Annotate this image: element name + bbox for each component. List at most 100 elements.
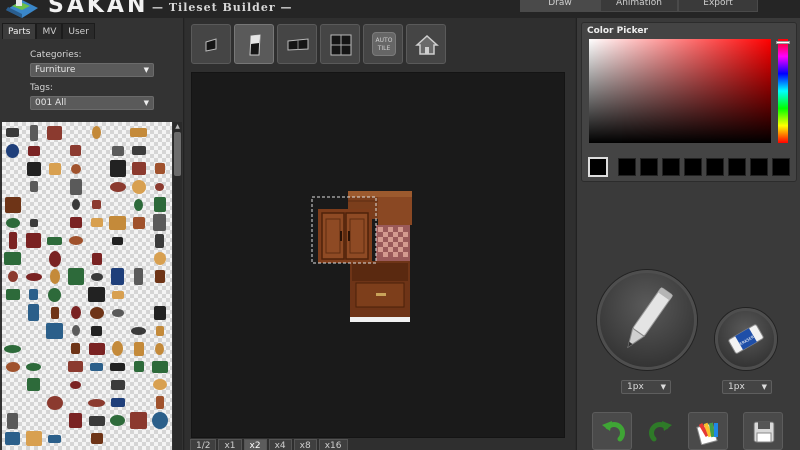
part-tile[interactable] [6, 289, 20, 300]
eraser-tool-button[interactable]: ERASER [715, 308, 777, 370]
part-tile[interactable] [28, 304, 39, 321]
single-tile-button[interactable] [191, 24, 231, 64]
part-tile[interactable] [112, 146, 124, 156]
color-swatch[interactable] [662, 158, 680, 176]
part-tile[interactable] [133, 217, 145, 229]
part-tile[interactable] [91, 433, 103, 444]
save-button[interactable] [743, 412, 783, 450]
house-button[interactable] [406, 24, 446, 64]
part-tile[interactable] [132, 180, 146, 194]
part-tile[interactable] [156, 396, 164, 409]
part-tile[interactable] [26, 363, 41, 371]
color-swatch[interactable] [706, 158, 724, 176]
part-tile[interactable] [70, 179, 82, 195]
part-tile[interactable] [92, 253, 102, 265]
part-tile[interactable] [30, 181, 38, 192]
part-tile[interactable] [70, 217, 82, 228]
part-tile[interactable] [154, 252, 166, 265]
part-tile[interactable] [71, 306, 81, 319]
part-tile[interactable] [110, 415, 125, 426]
part-tile[interactable] [155, 234, 164, 248]
part-tile[interactable] [134, 361, 144, 372]
part-tile[interactable] [71, 164, 81, 174]
part-tile[interactable] [89, 416, 105, 426]
part-tile[interactable] [69, 413, 82, 428]
color-swatch[interactable] [640, 158, 658, 176]
part-tile[interactable] [90, 363, 103, 371]
part-tile[interactable] [47, 126, 62, 140]
part-tile[interactable] [7, 413, 18, 429]
part-tile[interactable] [155, 343, 164, 355]
part-tile[interactable] [155, 163, 165, 174]
part-tile[interactable] [49, 251, 61, 267]
tile-canvas[interactable] [191, 72, 565, 438]
parts-grid[interactable] [2, 122, 172, 450]
part-tile[interactable] [91, 218, 103, 227]
part-tile[interactable] [153, 214, 166, 231]
pen-size-select[interactable]: 1px ▼ [621, 380, 671, 394]
part-tile[interactable] [71, 343, 80, 354]
part-tile[interactable] [68, 268, 84, 285]
part-tile[interactable] [48, 288, 61, 302]
color-swatch[interactable] [772, 158, 790, 176]
part-tile[interactable] [6, 128, 19, 137]
part-tile[interactable] [111, 380, 125, 390]
part-tile[interactable] [130, 412, 147, 429]
part-tile[interactable] [26, 431, 42, 446]
part-tile[interactable] [155, 270, 165, 283]
part-tile[interactable] [89, 343, 105, 355]
scroll-up-icon[interactable]: ▲ [174, 123, 181, 130]
tags-select[interactable]: 001 All ▼ [30, 96, 154, 110]
zoom-x4-button[interactable]: x4 [268, 439, 292, 450]
part-tile[interactable] [88, 287, 105, 302]
part-tile[interactable] [6, 218, 20, 228]
part-tile[interactable] [91, 326, 102, 336]
part-tile[interactable] [4, 345, 21, 353]
tab-user[interactable]: User [62, 23, 95, 39]
part-tile[interactable] [132, 162, 146, 175]
part-tile[interactable] [154, 306, 166, 320]
pen-tool-button[interactable] [597, 270, 697, 370]
hue-slider[interactable] [778, 39, 788, 143]
part-tile[interactable] [110, 363, 125, 371]
hue-slider-handle[interactable] [776, 41, 790, 44]
palette-button[interactable] [688, 412, 728, 450]
part-tile[interactable] [110, 182, 126, 192]
saturation-value-area[interactable] [589, 39, 771, 143]
part-tile[interactable] [92, 126, 101, 139]
part-tile[interactable] [6, 144, 19, 158]
part-tile[interactable] [112, 237, 123, 245]
page-indicator[interactable]: 1/2 [190, 439, 217, 450]
part-tile[interactable] [51, 307, 59, 319]
eraser-size-select[interactable]: 1px ▼ [722, 380, 772, 394]
auto-tile-button[interactable]: AUTO TILE [363, 24, 403, 64]
part-tile[interactable] [153, 379, 167, 390]
part-tile[interactable] [6, 362, 20, 372]
part-tile[interactable] [27, 162, 41, 176]
scroll-thumb[interactable] [174, 132, 181, 176]
zoom-x8-button[interactable]: x8 [293, 439, 317, 450]
part-tile[interactable] [5, 432, 20, 445]
tab-animation[interactable]: Animation [600, 0, 678, 12]
part-tile[interactable] [68, 361, 83, 372]
redo-button[interactable] [640, 412, 680, 450]
part-tile[interactable] [70, 381, 81, 389]
horizontal-tile-button[interactable] [277, 24, 317, 64]
part-tile[interactable] [110, 160, 126, 177]
part-tile[interactable] [26, 233, 41, 248]
part-tile[interactable] [50, 269, 60, 284]
color-swatch[interactable] [750, 158, 768, 176]
part-tile[interactable] [8, 271, 18, 282]
part-tile[interactable] [88, 399, 105, 407]
part-tile[interactable] [134, 199, 143, 211]
part-tile[interactable] [134, 268, 143, 285]
part-tile[interactable] [152, 412, 168, 429]
part-tile[interactable] [48, 435, 61, 443]
part-tile[interactable] [131, 327, 146, 335]
part-tile[interactable] [112, 341, 123, 356]
part-tile[interactable] [4, 252, 21, 265]
part-tile[interactable] [46, 323, 63, 339]
tab-export[interactable]: Export [678, 0, 758, 12]
color-swatch[interactable] [618, 158, 636, 176]
color-swatch[interactable] [728, 158, 746, 176]
